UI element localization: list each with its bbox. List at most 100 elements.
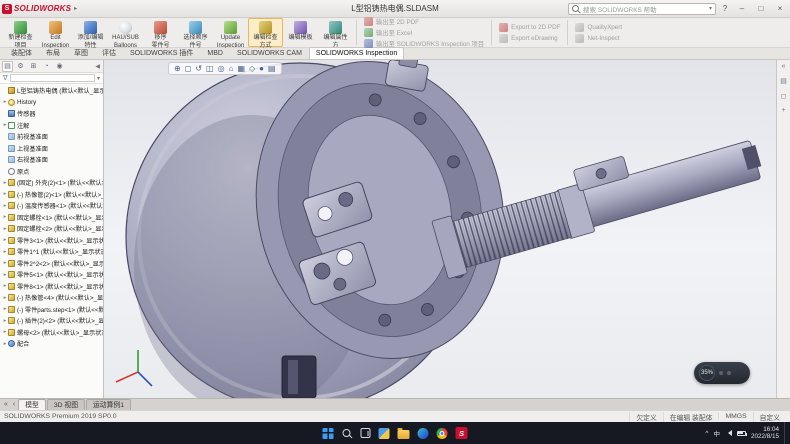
tree-item[interactable]: 前视基准面 [2, 131, 103, 143]
section-view-icon[interactable]: ◫ [206, 65, 214, 73]
tab-sketch[interactable]: 草图 [67, 47, 95, 59]
clock[interactable]: 16:04 2022/8/15 [751, 426, 779, 440]
task-view-button[interactable] [361, 428, 371, 438]
zoom-fit-icon[interactable]: ⊕ [174, 65, 181, 73]
edit-inspection-button[interactable]: EditInspection [38, 18, 73, 47]
edit-properties-button[interactable]: 编辑属性方 [318, 18, 353, 47]
tree-item[interactable]: ▸History [2, 97, 103, 109]
display-manager-tab-icon[interactable]: ◉ [54, 61, 65, 72]
scroll-tabs-left-icon[interactable]: « [2, 401, 10, 408]
start-button[interactable] [323, 428, 334, 439]
custom-properties-icon[interactable]: + [781, 107, 785, 114]
configuration-manager-tab-icon[interactable]: ⊞ [28, 61, 39, 72]
tray-chevron-icon[interactable]: ^ [705, 430, 708, 437]
qualityxpert-button[interactable]: QualityXpert [575, 23, 622, 32]
tree-item-mates[interactable]: ▸配合 [2, 338, 103, 350]
tab-solidworks-inspection[interactable]: SOLIDWORKS Inspection [309, 47, 404, 59]
feature-manager-tab-icon[interactable]: ▤ [2, 61, 13, 72]
tab-layout[interactable]: 布局 [39, 47, 67, 59]
show-desktop-button[interactable] [784, 422, 787, 444]
tab-assembly[interactable]: 装配体 [4, 47, 39, 59]
cad-model-render[interactable] [104, 60, 776, 398]
new-inspection-project-button[interactable]: 新建检查项目 [3, 18, 38, 47]
tree-item[interactable]: 原点 [2, 166, 103, 178]
file-explorer-button[interactable] [398, 428, 410, 439]
zoom-area-icon[interactable]: ◻ [185, 65, 192, 73]
expand-task-pane-icon[interactable]: « [782, 63, 786, 70]
tree-item[interactable]: ▸(固定) 外壳(2)<1> (默认<<默认>_显示状态 1>) [2, 177, 103, 189]
tree-item[interactable]: ▸固定螺栓<1> (默认<<默认>_显示状..) [2, 212, 103, 224]
status-custom[interactable]: 自定义 [753, 412, 786, 422]
export-edrawing-button[interactable]: Export eDrawing [499, 34, 560, 43]
panel-collapse-icon[interactable]: ◀ [94, 63, 101, 70]
tree-item[interactable]: ▸(-) 热像管<4> (默认<<默认>_显示..) [2, 292, 103, 304]
display-style-icon[interactable]: ▦ [237, 65, 245, 73]
previous-view-icon[interactable]: ↺ [195, 65, 202, 73]
tree-item[interactable]: ▸螺母<2> (默认<<默认>_显示状态..) [2, 327, 103, 339]
tree-item[interactable]: ▸零件5<1> (默认<<默认>_显示状态..) [2, 269, 103, 281]
tab-addins[interactable]: SOLIDWORKS 插件 [123, 47, 200, 59]
design-library-icon[interactable]: ▤ [780, 77, 787, 85]
tree-item[interactable]: ▸注解 [2, 120, 103, 132]
export-2d-pdf-button[interactable]: 输出至 2D PDF [364, 17, 484, 26]
hide-show-items-icon[interactable]: ◇ [249, 65, 255, 73]
tree-item[interactable]: 上视基准面 [2, 143, 103, 155]
help-icon[interactable]: ? [719, 4, 731, 13]
close-button[interactable]: × [772, 2, 788, 16]
graphics-area[interactable]: ⊕ ◻ ↺ ◫ ◎ ⌂ ▦ ◇ ● ▤ 35% [104, 60, 776, 398]
tree-item[interactable]: ▸(-) 热像管(2)<1> (默认<<默认>_显示状..) [2, 189, 103, 201]
tab-motion-study[interactable]: 运动算例1 [86, 399, 131, 410]
net-inspect-button[interactable]: Net-Inspect [575, 34, 622, 43]
tree-item[interactable]: ▸(-) 插件(2)<2> (默认<<默认>_显..) [2, 315, 103, 327]
dimxpert-manager-tab-icon[interactable]: ◔ [41, 61, 52, 72]
tab-solidworks-cam[interactable]: SOLIDWORKS CAM [230, 47, 309, 59]
add-edit-characteristics-button[interactable]: 添加/编辑特性 [73, 18, 108, 47]
scroll-tab-left-icon[interactable]: ‹ [11, 401, 17, 408]
filter-funnel-icon[interactable]: ∇ [3, 74, 8, 82]
pick-sequence-button[interactable]: 选择顺序件号 [178, 18, 213, 47]
property-manager-tab-icon[interactable]: ⚙ [15, 61, 26, 72]
tree-item[interactable]: 右视基准面 [2, 154, 103, 166]
reorder-balloon-button[interactable]: 移序零件号 [143, 18, 178, 47]
tab-evaluate[interactable]: 评估 [95, 47, 123, 59]
menu-expand-icon[interactable]: ▸ [74, 5, 77, 12]
export-to-2d-pdf-button[interactable]: Export to 2D PDF [499, 23, 560, 32]
tree-item[interactable]: 传感器 [2, 108, 103, 120]
maximize-button[interactable]: □ [753, 2, 769, 16]
tree-item[interactable]: ▸零件2^2<2> (默认<<默认>_显示..) [2, 258, 103, 270]
tree-item[interactable]: ▸零件3<1> (默认<<默认>_显示状态..) [2, 235, 103, 247]
widgets-button[interactable] [379, 428, 390, 439]
chrome-button[interactable] [437, 428, 448, 439]
tab-3d-views[interactable]: 3D 视图 [47, 399, 85, 410]
tree-item[interactable]: ▸零件1^1 (默认<<默认>_显示状态..) [2, 246, 103, 258]
tree-item[interactable]: ▸(-) 温度传感器<1> (默认<<默认>_显..) [2, 200, 103, 212]
tree-item[interactable]: ▸零件8<1> (默认<<默认>_显示状态..) [2, 281, 103, 293]
update-inspection-button[interactable]: UpdateInspection [213, 18, 248, 47]
tree-filter-input[interactable] [10, 74, 95, 82]
balloons-button[interactable]: HAU/SUBBalloons [108, 18, 143, 47]
battery-icon[interactable] [737, 431, 746, 436]
ime-indicator[interactable]: 中 [713, 428, 720, 438]
dynamic-annotation-icon[interactable]: ◎ [218, 65, 225, 73]
tab-mbd[interactable]: MBD [200, 47, 230, 59]
solidworks-taskbar-button[interactable]: S [456, 427, 468, 439]
minimize-button[interactable]: – [734, 2, 750, 16]
file-explorer-pane-icon[interactable]: ◻ [781, 92, 787, 100]
solidworks-logo[interactable]: S SOLIDWORKS [2, 4, 71, 14]
search-dropdown-icon[interactable]: ▾ [709, 5, 712, 12]
view-orientation-icon[interactable]: ⌂ [229, 65, 234, 73]
zoom-indicator[interactable]: 35% [694, 362, 750, 384]
status-units[interactable]: MMGS [718, 413, 752, 420]
edit-inspection-method-button[interactable]: 编辑检查方式 [248, 18, 283, 47]
export-excel-button[interactable]: 输出至 Excel [364, 28, 484, 37]
tree-item-root[interactable]: L型铝铸热电偶 (默认<默认_显示状态-1>) [2, 85, 103, 97]
tab-model[interactable]: 模型 [18, 399, 46, 410]
volume-icon[interactable] [725, 430, 732, 436]
edit-appearance-icon[interactable]: ● [259, 65, 264, 73]
search-input[interactable]: 搜索 SOLIDWORKS 帮助 ▾ [568, 3, 716, 15]
view-settings-icon[interactable]: ▤ [268, 65, 276, 73]
filter-dropdown-icon[interactable]: ▾ [97, 75, 100, 82]
taskbar-search-button[interactable] [342, 428, 353, 439]
edit-template-button[interactable]: 编辑模板 [283, 18, 318, 47]
tree-item[interactable]: ▸(-) 零件parts.step<1> (默认<<默..) [2, 304, 103, 316]
